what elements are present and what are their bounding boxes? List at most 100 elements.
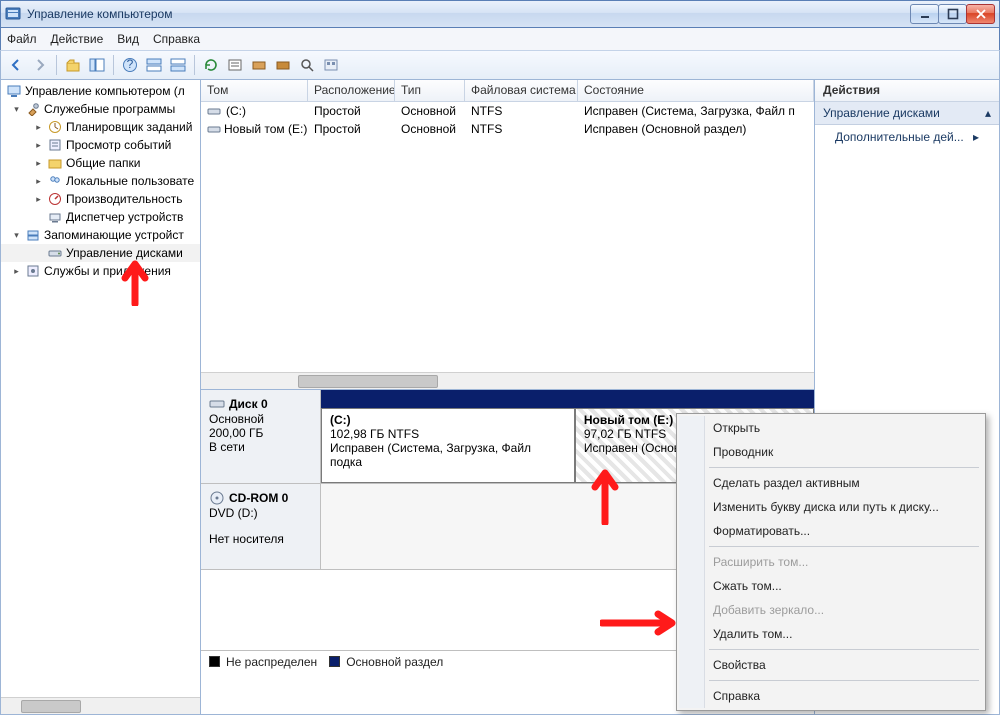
rescan-button[interactable] [224, 54, 246, 76]
col-volume[interactable]: Том [201, 80, 308, 101]
menu-action[interactable]: Действие [51, 32, 104, 46]
expand-icon[interactable]: ▸ [11, 266, 22, 277]
disk-label: CD-ROM 0 [229, 491, 288, 505]
tree-root-label: Управление компьютером (л [25, 84, 185, 98]
expand-icon[interactable]: ▸ [33, 176, 44, 187]
col-layout[interactable]: Расположение [308, 80, 395, 101]
tree-task-scheduler[interactable]: ▸Планировщик заданий [1, 118, 200, 136]
ctx-props[interactable]: Свойства [679, 653, 983, 677]
tool-icon-1[interactable] [248, 54, 270, 76]
legend-label: Основной раздел [346, 655, 443, 669]
tree-label: Локальные пользовате [66, 174, 194, 188]
view-bottom-button[interactable] [167, 54, 189, 76]
tree-root[interactable]: Управление компьютером (л [1, 82, 200, 100]
tree-performance[interactable]: ▸Производительность [1, 190, 200, 208]
tree-services[interactable]: ▸ Службы и приложения [1, 262, 200, 280]
close-button[interactable] [966, 4, 995, 24]
ctx-delete[interactable]: Удалить том... [679, 622, 983, 646]
actions-section-label: Управление дисками [823, 106, 940, 120]
tree-shared-folders[interactable]: ▸ Общие папки [1, 154, 200, 172]
col-status[interactable]: Состояние [578, 80, 814, 101]
users-icon [47, 173, 63, 189]
tree-label: Общие папки [66, 156, 140, 170]
ctx-explore[interactable]: Проводник [679, 440, 983, 464]
perf-icon [47, 191, 63, 207]
help-button[interactable]: ? [119, 54, 141, 76]
tree-label: Просмотр событий [66, 138, 171, 152]
volume-row[interactable]: Новый том (E:) Простой Основной NTFS Исп… [201, 120, 814, 138]
cell: Исправен (Основной раздел) [578, 122, 814, 136]
disk-header[interactable]: Диск 0 Основной 200,00 ГБ В сети [201, 390, 321, 483]
partition-size: 102,98 ГБ NTFS [330, 427, 566, 441]
ctx-format[interactable]: Форматировать... [679, 519, 983, 543]
col-fs[interactable]: Файловая система [465, 80, 578, 101]
tree-label: Управление дисками [66, 246, 183, 260]
actions-header: Действия [815, 80, 999, 102]
tool-icon-3[interactable] [296, 54, 318, 76]
tree-disk-management[interactable]: Управление дисками [1, 244, 200, 262]
context-menu: Открыть Проводник Сделать раздел активны… [676, 413, 986, 711]
actions-section[interactable]: Управление дисками ▴ [815, 102, 999, 125]
menu-view[interactable]: Вид [117, 32, 139, 46]
actions-more-label: Дополнительные дей... [835, 130, 964, 144]
storage-icon [25, 227, 41, 243]
chevron-right-icon: ▸ [973, 130, 979, 144]
collapse-icon[interactable]: ▾ [11, 104, 22, 115]
disk-label: Диск 0 [229, 397, 268, 411]
cell: NTFS [465, 122, 578, 136]
tool-icon-4[interactable] [320, 54, 342, 76]
expand-icon[interactable]: ▸ [33, 158, 44, 169]
collapse-icon: ▴ [985, 106, 991, 120]
refresh-button[interactable] [200, 54, 222, 76]
col-type[interactable]: Тип [395, 80, 465, 101]
expand-icon[interactable]: ▸ [33, 194, 44, 205]
drive-icon [207, 103, 223, 119]
volume-row[interactable]: (C:) Простой Основной NTFS Исправен (Сис… [201, 102, 814, 120]
ctx-extend: Расширить том... [679, 550, 983, 574]
window-title: Управление компьютером [27, 7, 172, 21]
cell: Основной [395, 104, 465, 118]
menu-help[interactable]: Справка [153, 32, 200, 46]
tool-icon-2[interactable] [272, 54, 294, 76]
computer-icon [6, 83, 22, 99]
partition-status: Исправен (Система, Загрузка, Файл подка [330, 441, 566, 469]
event-icon [47, 137, 63, 153]
cell: Простой [308, 104, 395, 118]
expand-icon[interactable]: ▸ [33, 140, 44, 151]
app-icon [5, 6, 21, 22]
list-scrollbar[interactable] [201, 372, 814, 389]
up-button[interactable] [62, 54, 84, 76]
tree-system-tools[interactable]: ▾ Служебные программы [1, 100, 200, 118]
disk-header[interactable]: CD-ROM 0 DVD (D:) Нет носителя [201, 484, 321, 569]
clock-icon [47, 119, 63, 135]
volumes-list: (C:) Простой Основной NTFS Исправен (Сис… [201, 102, 814, 372]
tree-storage[interactable]: ▾ Запоминающие устройст [1, 226, 200, 244]
cell: (C:) [226, 104, 246, 118]
ctx-active[interactable]: Сделать раздел активным [679, 471, 983, 495]
tree-event-viewer[interactable]: ▸ Просмотр событий [1, 136, 200, 154]
collapse-icon[interactable]: ▾ [11, 230, 22, 241]
maximize-button[interactable] [938, 4, 967, 24]
folder-share-icon [47, 155, 63, 171]
tree-label: Запоминающие устройст [44, 228, 184, 242]
actions-more[interactable]: Дополнительные дей... ▸ [815, 125, 999, 149]
menu-file[interactable]: Файл [7, 32, 37, 46]
show-hide-tree-button[interactable] [86, 54, 108, 76]
expand-icon[interactable]: ▸ [33, 122, 44, 133]
forward-button[interactable] [29, 54, 51, 76]
tree-device-manager[interactable]: Диспетчер устройств [1, 208, 200, 226]
tree-scrollbar[interactable] [1, 697, 200, 714]
view-top-button[interactable] [143, 54, 165, 76]
cell: NTFS [465, 104, 578, 118]
tree-label: Службы и приложения [44, 264, 171, 278]
minimize-button[interactable] [910, 4, 939, 24]
ctx-shrink[interactable]: Сжать том... [679, 574, 983, 598]
services-icon [25, 263, 41, 279]
partition-c[interactable]: (C:) 102,98 ГБ NTFS Исправен (Система, З… [321, 408, 575, 483]
legend-label: Не распределен [226, 655, 317, 669]
ctx-help[interactable]: Справка [679, 684, 983, 708]
ctx-change-letter[interactable]: Изменить букву диска или путь к диску... [679, 495, 983, 519]
back-button[interactable] [5, 54, 27, 76]
tree-local-users[interactable]: ▸ Локальные пользовате [1, 172, 200, 190]
ctx-open[interactable]: Открыть [679, 416, 983, 440]
